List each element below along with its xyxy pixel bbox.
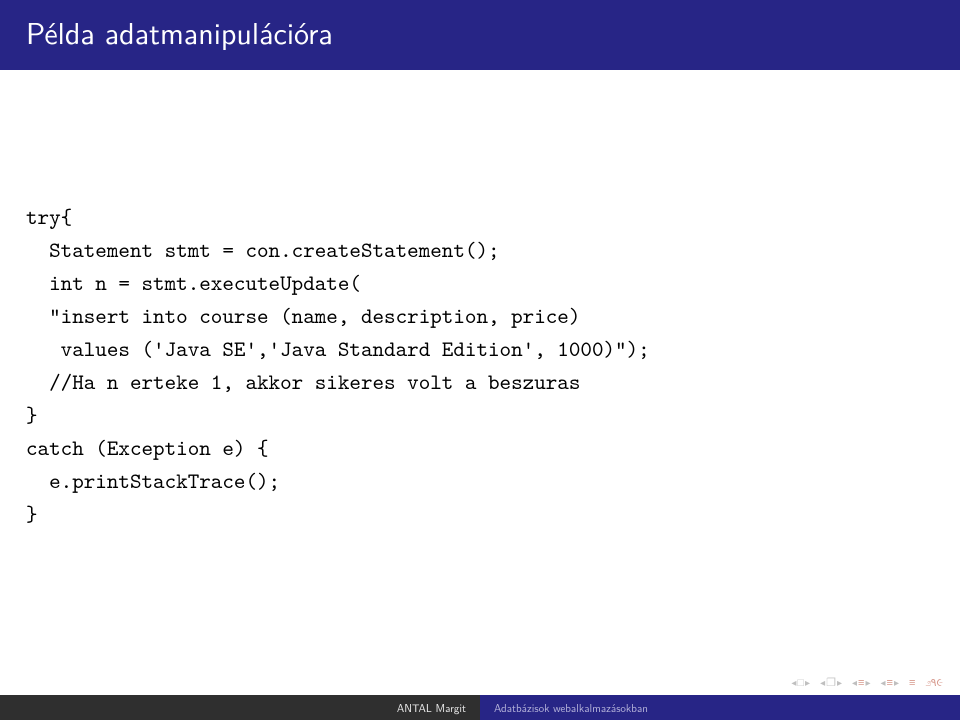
nav-part-group[interactable]: ◂ ≡ ▸: [881, 674, 899, 690]
author-text: ANTAL Margit: [397, 700, 466, 716]
title-text: Példa adatmanipulációra: [26, 10, 333, 54]
code-line: e.printStackTrace();: [26, 466, 280, 495]
code-line: values ('Java SE','Java Standard Edition…: [26, 334, 650, 363]
lines-icon: ≡: [887, 674, 893, 690]
footer-title: Adatbázisok webalkalmazásokban: [480, 695, 960, 720]
arrow-left-icon: ◂: [791, 675, 796, 690]
presentation-title: Adatbázisok webalkalmazásokban: [494, 700, 648, 716]
code-line: "insert into course (name, description, …: [26, 301, 580, 330]
code-line: catch (Exception e) {: [26, 433, 269, 462]
arrow-left-icon: ◂: [852, 675, 857, 690]
code-line: //Ha n erteke 1, akkor sikeres volt a be…: [26, 367, 580, 396]
back-forward-icon[interactable]: ೨۹૯: [925, 674, 942, 690]
lines-icon-single[interactable]: ≡: [909, 674, 915, 690]
arrow-left-icon: ◂: [820, 675, 825, 690]
nav-section-group[interactable]: ◂ ❐ ▸: [820, 674, 842, 690]
code-line: }: [26, 499, 38, 528]
arrow-left-icon: ◂: [881, 675, 886, 690]
code-line: Statement stmt = con.createStatement();: [26, 235, 500, 264]
code-line: try{: [26, 202, 72, 231]
code-line: }: [26, 400, 38, 429]
arrow-right-icon: ▸: [894, 675, 899, 690]
arrow-right-icon: ▸: [837, 675, 842, 690]
nav-subsection-group[interactable]: ◂ ≡ ▸: [852, 674, 870, 690]
beamer-nav-icons: ◂ □ ▸ ◂ ❐ ▸ ◂ ≡ ▸ ◂ ≡ ▸ ≡ ೨۹૯: [791, 674, 942, 690]
overlay-icon: ❐: [826, 674, 836, 690]
arrow-right-icon: ▸: [865, 675, 870, 690]
frame-icon: □: [797, 674, 804, 690]
nav-first-group[interactable]: ◂ □ ▸: [791, 674, 810, 690]
code-block: try{ Statement stmt = con.createStatemen…: [26, 200, 934, 530]
footer-author: ANTAL Margit: [0, 695, 480, 720]
slide-title: Példa adatmanipulációra: [0, 0, 960, 70]
slide-footer: ANTAL Margit Adatbázisok webalkalmazások…: [0, 695, 960, 720]
code-line: int n = stmt.executeUpdate(: [26, 268, 361, 297]
slide-content: try{ Statement stmt = con.createStatemen…: [0, 70, 960, 530]
arrow-right-icon: ▸: [805, 675, 810, 690]
lines-icon: ≡: [858, 674, 864, 690]
